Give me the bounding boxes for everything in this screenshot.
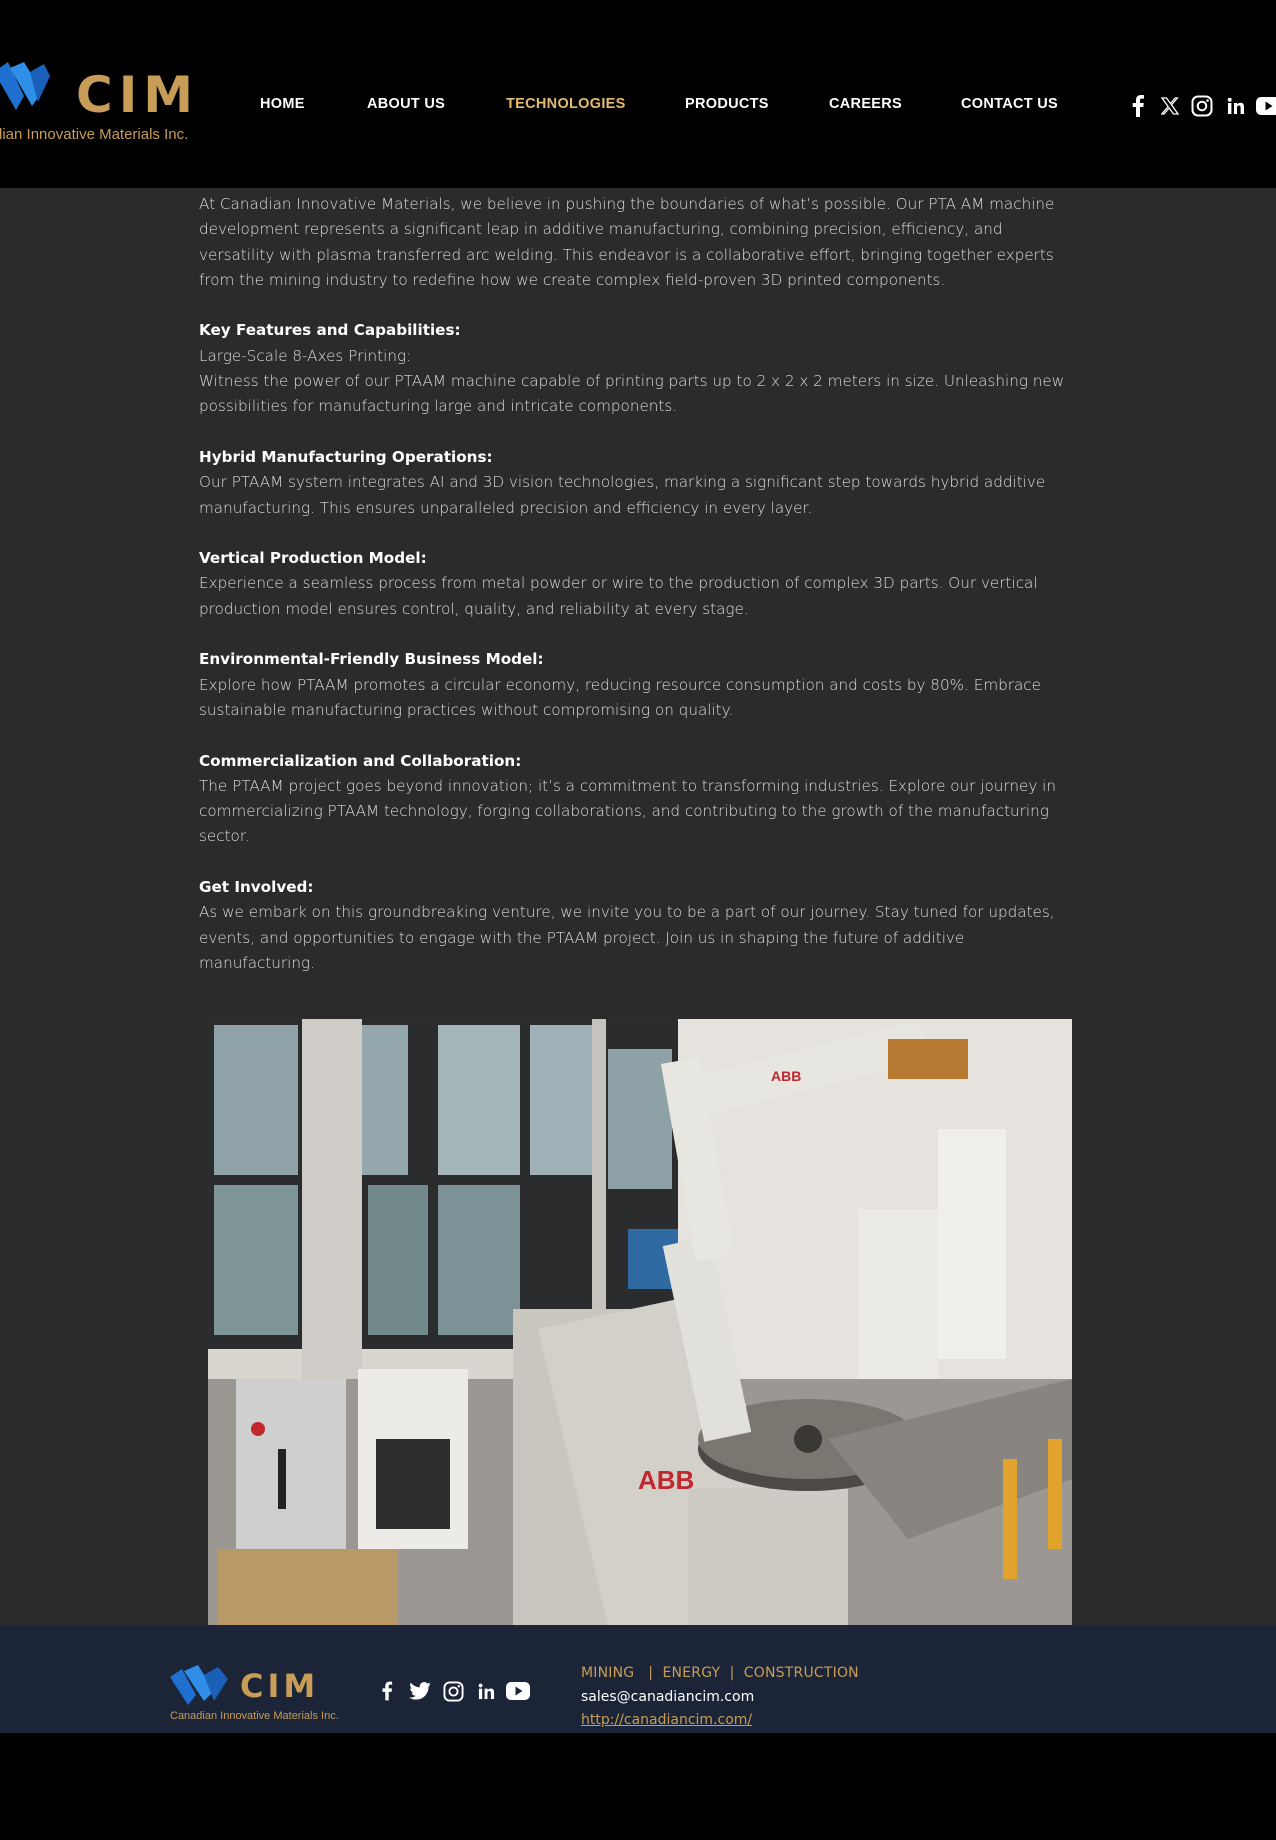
youtube-icon[interactable]: [1256, 94, 1276, 118]
section-heading: Vertical Production Model:: [199, 549, 427, 568]
twitter-icon[interactable]: [408, 1679, 432, 1703]
section-heading: Hybrid Manufacturing Operations:: [199, 447, 493, 466]
footer-logo-tagline: Canadian Innovative Materials Inc.: [170, 1710, 339, 1722]
main-content: At Canadian Innovative Materials, we bel…: [0, 188, 1276, 1625]
nav-careers[interactable]: CAREERS: [829, 96, 902, 112]
intro-paragraph: At Canadian Innovative Materials, we bel…: [199, 195, 1055, 289]
footer-cim-logo[interactable]: CIM Canadian Innovative Materials Inc.: [170, 1665, 350, 1725]
abb-robot-label: ABB: [771, 1068, 801, 1084]
instagram-icon[interactable]: [441, 1679, 465, 1703]
facebook-icon[interactable]: [1126, 94, 1150, 118]
section-heading: Get Involved:: [199, 878, 314, 897]
section-text: Experience a seamless process from metal…: [199, 574, 1038, 618]
logo-wordmark: CIM: [76, 66, 200, 124]
nav-about-us[interactable]: ABOUT US: [367, 96, 445, 112]
cim-logo-mark-icon: [0, 62, 50, 110]
instagram-icon[interactable]: [1190, 94, 1214, 118]
footer-contact-info: MINING | ENERGY | CONSTRUCTION sales@can…: [581, 1662, 859, 1733]
section-text: As we embark on this groundbreaking vent…: [199, 903, 1055, 972]
nav-technologies[interactable]: TECHNOLOGIES: [506, 96, 626, 112]
abb-positioner-label: ABB: [638, 1465, 694, 1495]
footer-tagline: MINING | ENERGY | CONSTRUCTION: [581, 1665, 859, 1681]
footer-email-link[interactable]: sales@canadiancim.com: [581, 1686, 859, 1710]
linkedin-icon[interactable]: [1224, 94, 1248, 118]
nav-contact-us[interactable]: CONTACT US: [961, 96, 1058, 112]
section-heading: Commercialization and Collaboration:: [199, 751, 522, 770]
linkedin-icon[interactable]: [474, 1679, 498, 1703]
facebook-icon[interactable]: [375, 1679, 399, 1703]
ptaam-article: At Canadian Innovative Materials, we bel…: [199, 192, 1069, 976]
section-text: Our PTAAM system integrates AI and 3D vi…: [199, 473, 1046, 517]
key-features-heading: Key Features and Capabilities:: [199, 321, 461, 340]
large-scale-text: Witness the power of our PTAAM machine c…: [199, 372, 1065, 416]
cim-logo[interactable]: CIM dian Innovative Materials Inc.: [0, 56, 204, 152]
x-icon[interactable]: [1158, 94, 1182, 118]
section-heading: Environmental-Friendly Business Model:: [199, 650, 544, 669]
nav-products[interactable]: PRODUCTS: [685, 96, 769, 112]
nav-home[interactable]: HOME: [260, 96, 305, 112]
site-header: CIM dian Innovative Materials Inc. HOME …: [0, 0, 1276, 188]
youtube-icon[interactable]: [506, 1679, 530, 1703]
logo-tagline: dian Innovative Materials Inc.: [0, 126, 189, 143]
footer-logo-wordmark: CIM: [240, 1667, 320, 1705]
section-text: Explore how PTAAM promotes a circular ec…: [199, 675, 1041, 719]
footer-website-link[interactable]: http://canadiancim.com/: [581, 1712, 752, 1728]
page-bottom-band: [0, 1733, 1276, 1840]
large-scale-subheading: Large-Scale 8-Axes Printing:: [199, 346, 412, 365]
ptaam-machine-photo: ABB ABB: [208, 1019, 1072, 1625]
footer-cim-logo-mark-icon: [170, 1665, 228, 1705]
section-text: The PTAAM project goes beyond innovation…: [199, 776, 1056, 846]
